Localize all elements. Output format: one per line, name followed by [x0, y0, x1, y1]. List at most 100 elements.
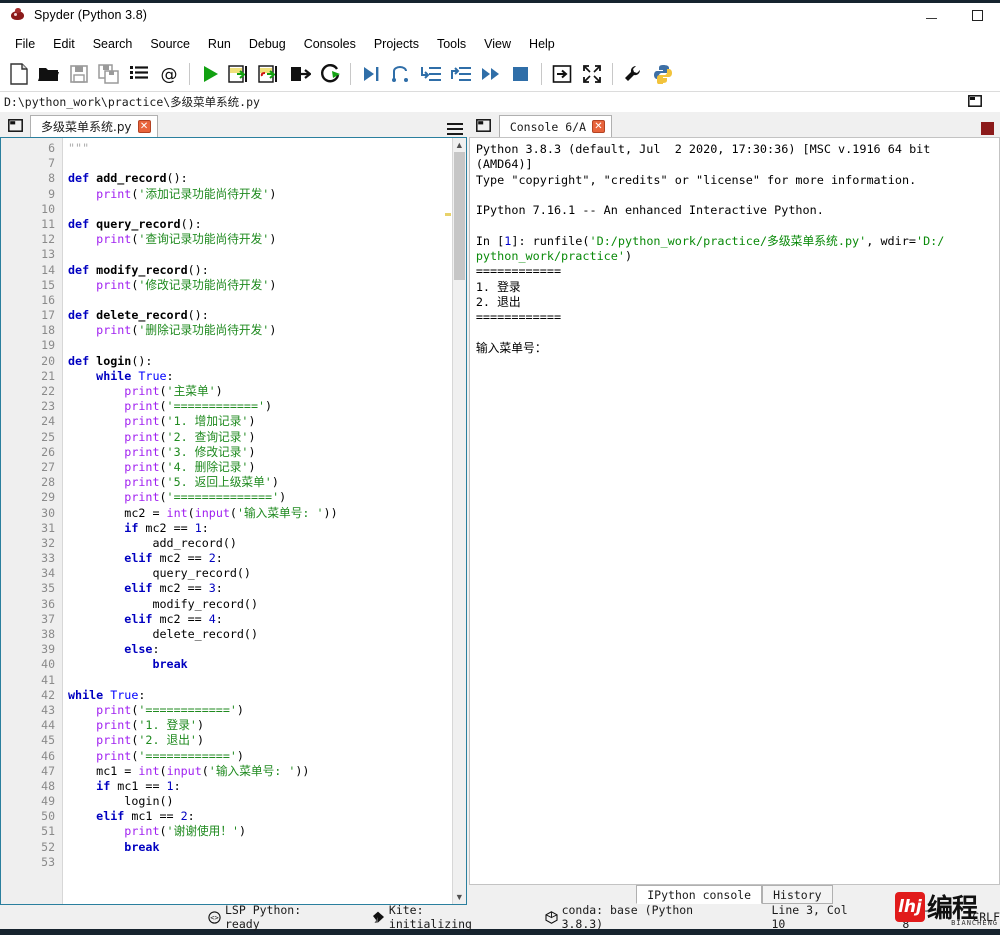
line-number: 47	[41, 763, 55, 778]
console-tab[interactable]: Console 6/A ✕	[498, 115, 612, 137]
console-line: Python 3.8.3 (default, Jul 2 2020, 17:30…	[475, 142, 938, 172]
code-editor[interactable]: 6 7 8 9 10 11 12 13 14 15 16 17 18 19 20 21 22 23 24 25 26 27…	[0, 137, 467, 905]
spyder-icon	[10, 7, 26, 23]
console-line: ============	[475, 264, 562, 279]
console-line: python_work/practice')	[475, 249, 633, 264]
menu-help[interactable]: Help	[520, 34, 564, 54]
menu-consoles[interactable]: Consoles	[295, 34, 365, 54]
fullscreen-icon[interactable]	[578, 59, 606, 89]
line-number: 44	[41, 718, 55, 733]
menu-view[interactable]: View	[475, 34, 520, 54]
code-line: print('修改记录功能尚待开发')	[96, 277, 277, 292]
line-number: 21	[41, 368, 55, 383]
line-number-gutter: 6 7 8 9 10 11 12 13 14 15 16 17 18 19 20 21 22 23 24 25 26 27…	[1, 138, 63, 904]
code-line: def modify_record():	[68, 262, 209, 277]
editor-vertical-scrollbar[interactable]: ▲ ▼	[451, 138, 466, 904]
scroll-down-icon[interactable]: ▼	[453, 890, 466, 904]
tab-history[interactable]: History	[762, 885, 833, 904]
code-line: while True:	[96, 368, 174, 383]
tab-ipython-console[interactable]: IPython console	[636, 885, 763, 904]
editor-scroll-thumb[interactable]	[453, 152, 465, 280]
run-cell-icon[interactable]	[226, 59, 254, 89]
code-line: print('1. 登录')	[96, 718, 204, 733]
file-path-text: D:\python_work\practice\多级菜单系统.py	[4, 95, 260, 109]
code-line: print('主菜单')	[124, 384, 223, 398]
toolbar-separator-4	[612, 62, 613, 85]
console-dock-icon[interactable]	[473, 114, 495, 136]
menu-debug[interactable]: Debug	[240, 34, 295, 54]
code-line: print('5. 返回上级菜单')	[124, 475, 279, 490]
scroll-up-icon[interactable]: ▲	[453, 138, 466, 152]
editor-options-icon[interactable]	[446, 123, 463, 135]
line-number: 30	[41, 505, 55, 520]
stop-debug-icon[interactable]	[507, 59, 535, 89]
code-line: elif mc2 == 3:	[124, 581, 223, 596]
debug-file-icon[interactable]	[357, 59, 385, 89]
status-kite: Kite: initializing	[372, 903, 511, 931]
run-selection-icon[interactable]	[286, 59, 314, 89]
line-number: 9	[48, 186, 55, 201]
new-file-icon[interactable]	[5, 59, 33, 89]
console-tab-close-icon[interactable]: ✕	[592, 120, 605, 133]
preferences-icon[interactable]	[619, 59, 647, 89]
svg-text:<>: <>	[210, 914, 218, 922]
save-file-icon[interactable]	[65, 59, 93, 89]
code-line: def query_record():	[68, 216, 202, 231]
window-title: Spyder (Python 3.8)	[34, 8, 148, 22]
file-switcher-icon[interactable]	[125, 59, 153, 89]
code-line: mc2 = int(input('输入菜单号: '))	[124, 505, 338, 520]
line-number: 12	[41, 232, 55, 247]
console-output[interactable]: Python 3.8.3 (default, Jul 2 2020, 17:30…	[468, 137, 1000, 885]
menu-source[interactable]: Source	[141, 34, 199, 54]
line-number: 27	[41, 459, 55, 474]
code-line: delete_record()	[152, 627, 259, 641]
line-number: 36	[41, 596, 55, 611]
line-number: 40	[41, 657, 55, 672]
maximize-button[interactable]	[954, 0, 1000, 31]
code-line: query_record()	[152, 566, 251, 581]
menu-edit[interactable]: Edit	[44, 34, 84, 54]
line-number: 16	[41, 292, 55, 307]
interrupt-kernel-icon[interactable]	[981, 122, 994, 135]
maximize-pane-icon[interactable]	[548, 59, 576, 89]
rerun-file-icon[interactable]	[316, 59, 344, 89]
menu-search[interactable]: Search	[84, 34, 142, 54]
step-over-icon[interactable]	[387, 59, 415, 89]
editor-tab-close-icon[interactable]: ✕	[137, 120, 151, 133]
continue-icon[interactable]	[477, 59, 505, 89]
code-content[interactable]: """ def add_record(): print('添加记录功能尚待开发'…	[63, 138, 452, 904]
editor-dock-icon[interactable]	[4, 114, 26, 136]
console-pane: Console 6/A ✕ Python 3.8.3 (default, Jul…	[468, 112, 1000, 905]
open-file-icon[interactable]	[35, 59, 63, 89]
editor-tab-file[interactable]: 多级菜单系统.py ✕	[30, 115, 158, 137]
main-area: 多级菜单系统.py ✕ 6 7 8 9 10 11 12 13 14 15 16 17 18 19 20 21…	[0, 112, 1000, 905]
menu-tools[interactable]: Tools	[428, 34, 475, 54]
code-line: if mc1 == 1:	[96, 778, 181, 793]
undock-editor-icon[interactable]	[968, 95, 982, 110]
menu-run[interactable]: Run	[199, 34, 240, 54]
menu-file[interactable]: File	[6, 34, 44, 54]
step-into-icon[interactable]	[417, 59, 445, 89]
line-number: 14	[41, 262, 55, 277]
find-symbols-icon[interactable]: @	[155, 59, 183, 89]
save-all-icon[interactable]	[95, 59, 123, 89]
line-number: 52	[41, 839, 55, 854]
code-line: print('删除记录功能尚待开发')	[96, 323, 277, 338]
run-file-icon[interactable]	[196, 59, 224, 89]
run-cell-advance-icon[interactable]	[256, 59, 284, 89]
line-number: 49	[41, 794, 55, 809]
status-conda-label: conda: base (Python 3.8.3)	[561, 903, 694, 931]
code-line: elif mc2 == 4:	[124, 611, 223, 626]
code-line: def delete_record():	[68, 308, 209, 323]
editor-tabstrip: 多级菜单系统.py ✕	[0, 112, 469, 137]
line-number: 32	[41, 535, 55, 550]
minimize-button[interactable]	[908, 0, 954, 31]
step-return-icon[interactable]	[447, 59, 475, 89]
menu-projects[interactable]: Projects	[365, 34, 428, 54]
pythonpath-icon[interactable]	[649, 59, 677, 89]
line-number: 45	[41, 733, 55, 748]
lsp-icon: <>	[208, 910, 221, 924]
